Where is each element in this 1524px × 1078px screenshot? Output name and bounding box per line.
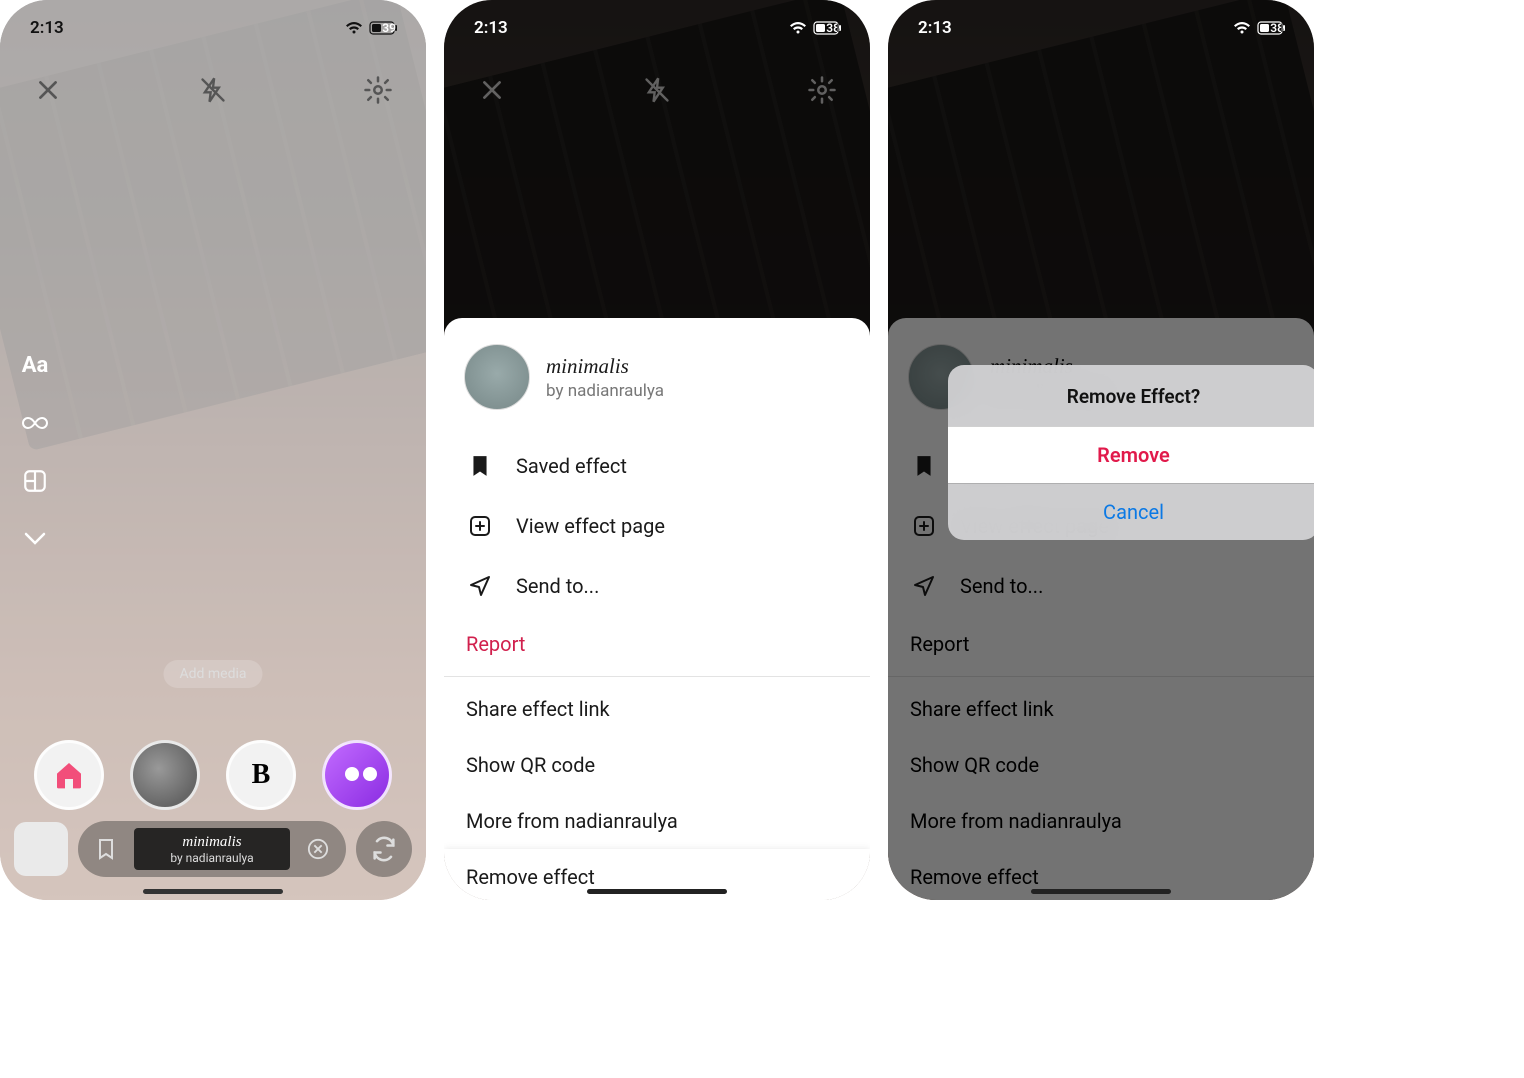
add-media-button[interactable]: Add media xyxy=(163,660,262,688)
effect-info-pill[interactable]: minimalis by nadianraulya xyxy=(78,821,346,877)
sheet-effect-name: minimalis xyxy=(546,354,664,379)
status-bar: 2:13 39 xyxy=(0,18,426,38)
menu-show-qr[interactable]: Show QR code xyxy=(444,737,870,793)
home-indicator[interactable] xyxy=(587,889,727,894)
boomerang-icon[interactable] xyxy=(20,408,50,438)
effect-eyes[interactable] xyxy=(322,740,392,810)
add-square-icon xyxy=(466,512,494,540)
flash-off-icon xyxy=(637,70,677,110)
menu-more-from[interactable]: More from nadianraulya xyxy=(444,793,870,849)
wifi-icon xyxy=(789,21,807,35)
gear-icon xyxy=(802,70,842,110)
status-bar: 2:13 38 xyxy=(444,18,870,38)
alert-remove-button[interactable]: Remove xyxy=(948,426,1314,483)
bookmark-filled-icon xyxy=(466,452,494,480)
gallery-button[interactable] xyxy=(14,822,68,876)
alert-cancel-button[interactable]: Cancel xyxy=(948,483,1314,540)
menu-saved-effect[interactable]: Saved effect xyxy=(444,436,870,496)
close-icon[interactable] xyxy=(28,70,68,110)
effect-action-sheet: minimalis by nadianraulya Saved effect V… xyxy=(444,318,870,900)
top-controls xyxy=(444,70,870,110)
effect-carousel[interactable]: B xyxy=(0,740,426,810)
effect-b[interactable]: B xyxy=(226,740,296,810)
effect-home[interactable] xyxy=(34,740,104,810)
switch-camera-button[interactable] xyxy=(356,821,412,877)
bookmark-icon[interactable] xyxy=(92,835,120,863)
wifi-icon xyxy=(345,21,363,35)
bottom-bar: minimalis by nadianraulya xyxy=(14,818,412,880)
screenshot-3: 2:13 38 minimalis by nadianraulya Saved … xyxy=(888,0,1314,900)
close-icon xyxy=(472,70,512,110)
send-icon xyxy=(466,572,494,600)
effect-author-label: by nadianraulya xyxy=(170,851,253,865)
status-time: 2:13 xyxy=(30,18,64,38)
home-indicator[interactable] xyxy=(143,889,283,894)
effect-selected[interactable] xyxy=(130,740,200,810)
battery-percent: 39 xyxy=(382,21,396,35)
flash-off-icon[interactable] xyxy=(193,70,233,110)
gear-icon[interactable] xyxy=(358,70,398,110)
avatar[interactable] xyxy=(464,344,530,410)
sheet-effect-author: by nadianraulya xyxy=(546,381,664,401)
menu-view-effect-page[interactable]: View effect page xyxy=(444,496,870,556)
text-tool-icon[interactable]: Aa xyxy=(20,350,50,380)
sheet-header: minimalis by nadianraulya xyxy=(444,328,870,428)
top-controls xyxy=(0,70,426,110)
sheet-menu: Saved effect View effect page Send to...… xyxy=(444,436,870,900)
screenshot-2: 2:13 38 minimalis by nadianra xyxy=(444,0,870,900)
layout-tool-icon[interactable] xyxy=(20,466,50,496)
menu-report[interactable]: Report xyxy=(444,616,870,672)
menu-share-link[interactable]: Share effect link xyxy=(444,681,870,737)
chevron-down-icon[interactable] xyxy=(20,524,50,554)
status-time: 2:13 xyxy=(474,18,508,38)
tool-rail: Aa xyxy=(20,350,50,554)
confirm-alert: Remove Effect? Remove Cancel xyxy=(948,365,1314,540)
clear-effect-icon[interactable] xyxy=(304,835,332,863)
alert-title: Remove Effect? xyxy=(948,365,1314,426)
effect-name-box[interactable]: minimalis by nadianraulya xyxy=(134,828,290,870)
battery-percent: 38 xyxy=(826,21,840,35)
screenshot-1: 2:13 39 Aa A xyxy=(0,0,426,900)
menu-send-to[interactable]: Send to... xyxy=(444,556,870,616)
effect-name-label: minimalis xyxy=(182,834,241,851)
home-indicator[interactable] xyxy=(1031,889,1171,894)
